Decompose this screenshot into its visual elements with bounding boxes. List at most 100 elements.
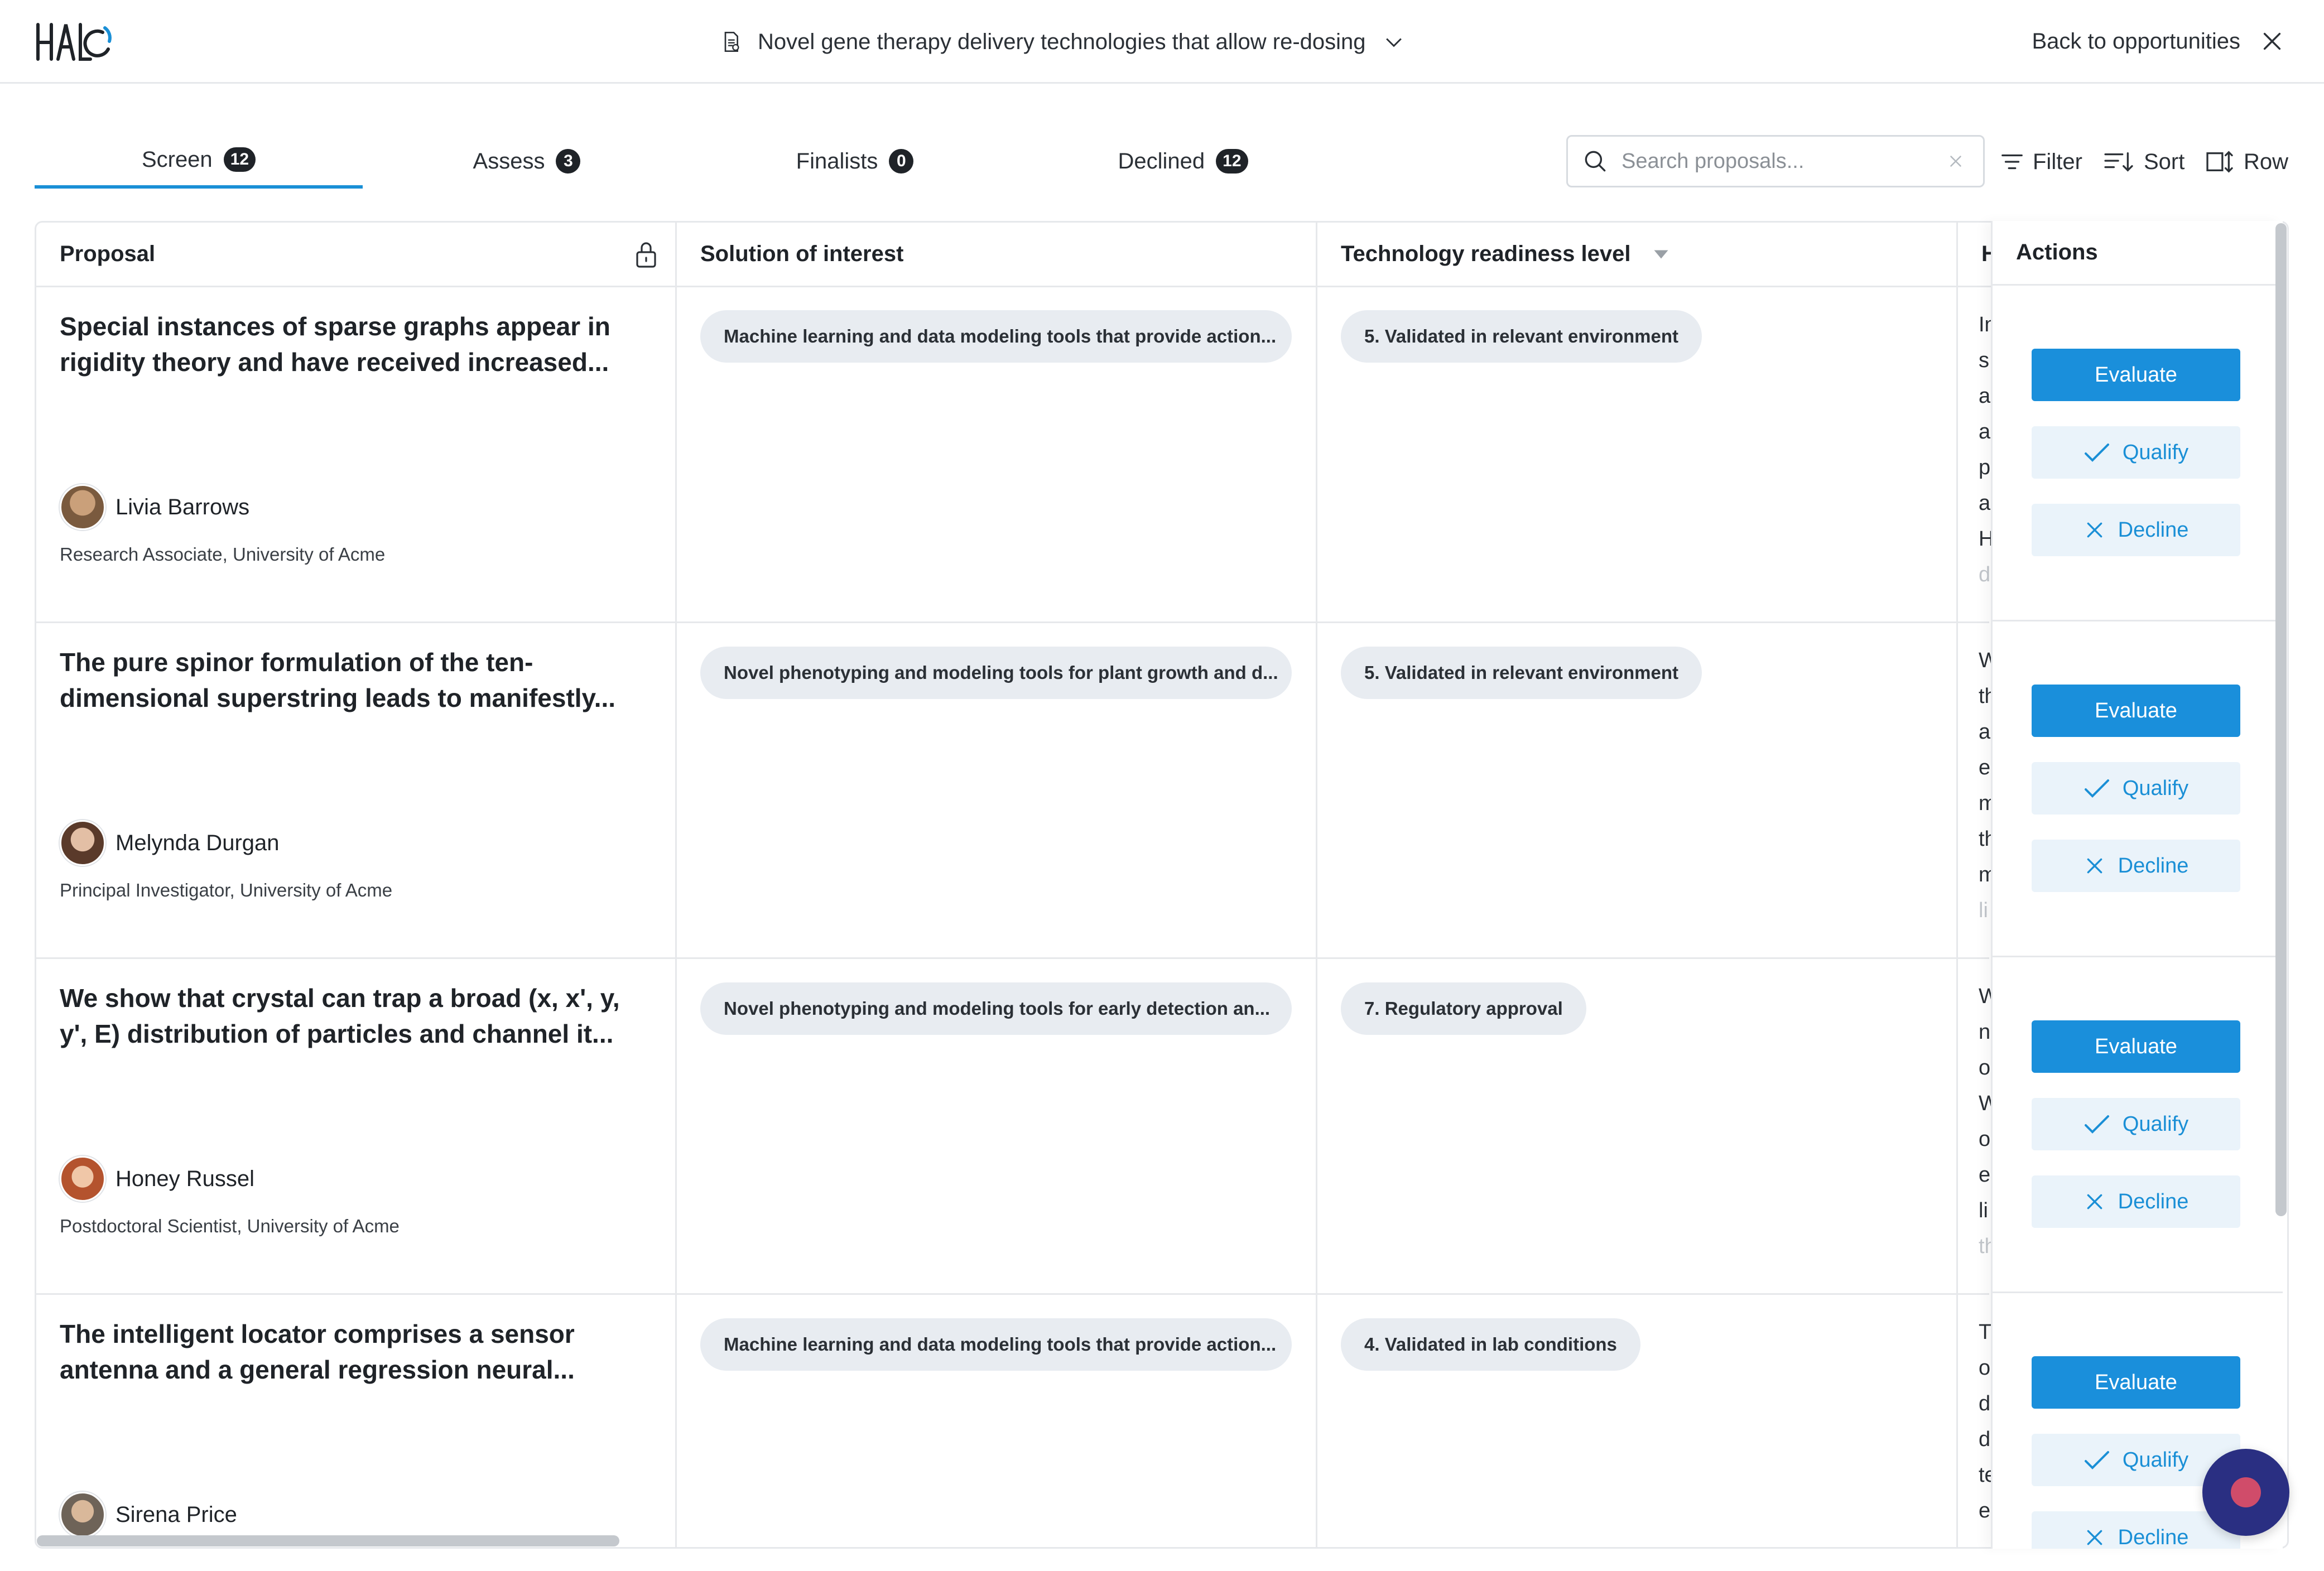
close-icon bbox=[2087, 858, 2102, 874]
close-icon bbox=[2087, 1194, 2102, 1209]
decline-button[interactable]: Decline bbox=[2032, 504, 2240, 556]
clipped-cell-text: In s aa pa Hd bbox=[1979, 313, 1991, 586]
filter-button[interactable]: Filter bbox=[1999, 139, 2082, 184]
search-box[interactable] bbox=[1566, 135, 1985, 187]
row-divider bbox=[1993, 620, 2283, 621]
tab-declined[interactable]: Declined 12 bbox=[1019, 134, 1347, 189]
column-header-label: Solution of interest bbox=[700, 242, 904, 266]
column-divider bbox=[1316, 223, 1317, 1547]
column-header-label: Proposal bbox=[60, 242, 156, 266]
row-divider bbox=[1993, 1292, 2283, 1293]
evaluate-button[interactable]: Evaluate bbox=[2032, 1020, 2240, 1073]
proposal-title[interactable]: The intelligent locator comprises a sens… bbox=[60, 1316, 640, 1387]
filter-icon bbox=[2001, 154, 2023, 170]
solution-chip: Novel phenotyping and modeling tools for… bbox=[700, 982, 1292, 1035]
author-name: Melynda Durgan bbox=[116, 830, 280, 855]
trl-chip: 5. Validated in relevant environment bbox=[1341, 310, 1702, 363]
column-header-trl[interactable]: Technology readiness level bbox=[1317, 223, 1958, 287]
tab-screen[interactable]: Screen 12 bbox=[35, 134, 363, 189]
row-height-button[interactable]: Row bbox=[2205, 139, 2288, 184]
author-role: Postdoctoral Scientist, University of Ac… bbox=[60, 1216, 400, 1236]
tab-label: Finalists bbox=[796, 148, 878, 174]
avatar bbox=[60, 1492, 105, 1538]
solution-chip: Machine learning and data modeling tools… bbox=[700, 310, 1292, 363]
proposal-author[interactable]: Livia Barrows bbox=[60, 484, 250, 530]
chat-icon bbox=[2231, 1477, 2261, 1507]
column-divider bbox=[675, 223, 677, 1547]
author-role: Principal Investigator, University of Ac… bbox=[60, 880, 393, 900]
decline-button[interactable]: Decline bbox=[2032, 1175, 2240, 1228]
caret-down-icon[interactable] bbox=[1653, 249, 1669, 260]
tab-label: Assess bbox=[473, 148, 545, 174]
document-icon bbox=[724, 32, 739, 52]
search-icon bbox=[1585, 151, 1606, 172]
proposal-author[interactable]: Honey Russel bbox=[60, 1156, 255, 1202]
sort-button[interactable]: Sort bbox=[2102, 139, 2185, 184]
solution-chip: Novel phenotyping and modeling tools for… bbox=[700, 647, 1292, 699]
tab-count-badge: 12 bbox=[1216, 149, 1248, 174]
trl-chip: 4. Validated in lab conditions bbox=[1341, 1318, 1640, 1371]
row-divider bbox=[1993, 956, 2283, 957]
chat-launcher-button[interactable] bbox=[2202, 1449, 2289, 1536]
tab-assess[interactable]: Assess 3 bbox=[363, 134, 691, 189]
row-divider bbox=[36, 621, 1989, 623]
tab-finalists[interactable]: Finalists 0 bbox=[691, 134, 1019, 189]
check-icon bbox=[2084, 1451, 2109, 1469]
solution-chip: Machine learning and data modeling tools… bbox=[700, 1318, 1292, 1371]
chevron-down-icon bbox=[1385, 38, 1402, 47]
filter-label: Filter bbox=[2033, 149, 2082, 174]
vertical-scrollbar[interactable] bbox=[2275, 223, 2287, 1216]
proposals-table: Proposal Solution of interest Technology… bbox=[35, 221, 2289, 1549]
row-height-icon bbox=[2206, 151, 2233, 173]
check-icon bbox=[2084, 444, 2109, 462]
clear-search-icon[interactable] bbox=[1946, 152, 1965, 171]
check-icon bbox=[2084, 779, 2109, 798]
author-role: Research Associate, University of Acme bbox=[60, 544, 386, 565]
close-icon bbox=[2087, 522, 2102, 538]
tab-label: Screen bbox=[141, 147, 213, 172]
clipped-cell-text: To dd te e bbox=[1979, 1321, 1991, 1522]
sort-label: Sort bbox=[2144, 149, 2185, 174]
tab-count-badge: 12 bbox=[223, 147, 256, 172]
halo-logo[interactable] bbox=[35, 21, 113, 62]
column-header-solution[interactable]: Solution of interest bbox=[677, 223, 1317, 287]
proposal-title[interactable]: Special instances of sparse graphs appea… bbox=[60, 309, 640, 380]
clipped-cell-text: Wth ae m th m li bbox=[1979, 649, 1991, 922]
opportunity-title: Novel gene therapy delivery technologies… bbox=[758, 29, 1366, 54]
avatar bbox=[60, 484, 105, 530]
qualify-button[interactable]: Qualify bbox=[2032, 426, 2240, 479]
column-header-actions: Actions bbox=[1993, 221, 2283, 286]
back-label: Back to opportunities bbox=[2032, 28, 2240, 54]
top-bar: Novel gene therapy delivery technologies… bbox=[0, 0, 2324, 84]
column-header-proposal[interactable]: Proposal bbox=[36, 223, 677, 287]
close-icon bbox=[2087, 1530, 2102, 1545]
author-name: Sirena Price bbox=[116, 1502, 237, 1527]
evaluate-button[interactable]: Evaluate bbox=[2032, 349, 2240, 401]
close-icon[interactable] bbox=[2259, 28, 2285, 54]
decline-button[interactable]: Decline bbox=[2032, 1511, 2240, 1549]
qualify-button[interactable]: Qualify bbox=[2032, 762, 2240, 815]
trl-chip: 7. Regulatory approval bbox=[1341, 982, 1586, 1035]
row-divider bbox=[36, 1293, 1989, 1295]
tab-label: Declined bbox=[1118, 148, 1205, 174]
row-label: Row bbox=[2244, 149, 2289, 174]
actions-column: Actions Evaluate Qualify Decline Evaluat… bbox=[1991, 221, 2283, 1549]
back-to-opportunities-link[interactable]: Back to opportunities bbox=[2032, 25, 2285, 58]
proposal-author[interactable]: Melynda Durgan bbox=[60, 820, 280, 866]
search-input[interactable] bbox=[1620, 148, 1935, 174]
opportunity-selector[interactable]: Novel gene therapy delivery technologies… bbox=[720, 23, 1406, 60]
sort-icon bbox=[2104, 152, 2133, 172]
qualify-button[interactable]: Qualify bbox=[2032, 1098, 2240, 1150]
horizontal-scrollbar[interactable] bbox=[37, 1535, 619, 1546]
trl-chip: 5. Validated in relevant environment bbox=[1341, 647, 1702, 699]
proposal-title[interactable]: The pure spinor formulation of the ten-d… bbox=[60, 644, 640, 716]
proposal-title[interactable]: We show that crystal can trap a broad (x… bbox=[60, 980, 640, 1052]
author-name: Livia Barrows bbox=[116, 494, 250, 519]
lock-icon[interactable] bbox=[633, 240, 660, 269]
author-name: Honey Russel bbox=[116, 1166, 255, 1191]
evaluate-button[interactable]: Evaluate bbox=[2032, 1356, 2240, 1409]
proposal-author[interactable]: Sirena Price bbox=[60, 1492, 237, 1538]
clipped-cell-text: Wn oW oe li th bbox=[1979, 985, 1991, 1258]
decline-button[interactable]: Decline bbox=[2032, 840, 2240, 892]
evaluate-button[interactable]: Evaluate bbox=[2032, 685, 2240, 737]
